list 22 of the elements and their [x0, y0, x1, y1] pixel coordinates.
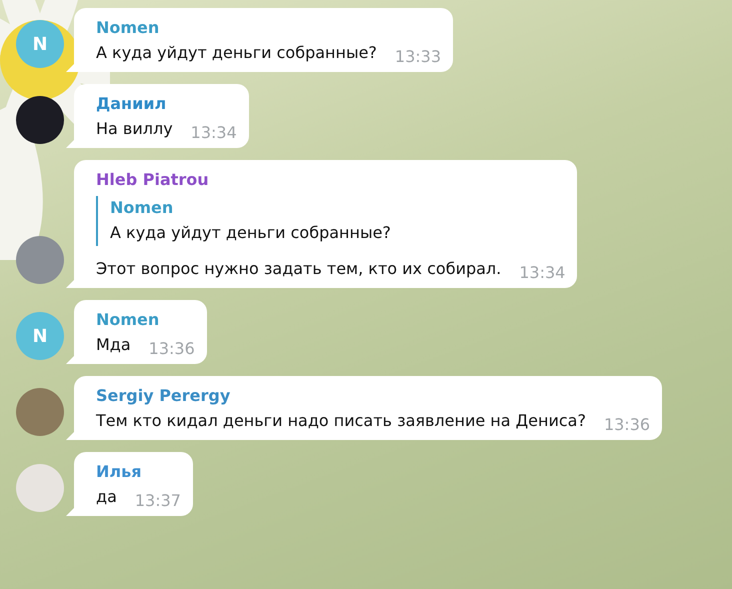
message-time: 13:34	[519, 262, 566, 284]
message-time: 13:34	[190, 122, 237, 144]
reply-text: А куда уйдут деньги собранные?	[110, 222, 392, 244]
message-text: Мда	[96, 334, 131, 356]
message-time: 13:36	[604, 414, 650, 436]
sender-name[interactable]: Sergiy Perergy	[96, 386, 230, 405]
message-time: 13:36	[148, 338, 195, 360]
reply-quote[interactable]: Nomen А куда уйдут деньги собранные?	[96, 196, 566, 246]
message-text: На виллу	[96, 118, 173, 140]
sender-name[interactable]: Nomen	[96, 310, 160, 329]
message-time: 13:37	[134, 490, 181, 512]
avatar[interactable]: N	[16, 312, 64, 360]
message-text: А куда уйдут деньги собранные?	[96, 42, 377, 64]
message-time: 13:33	[394, 46, 442, 68]
sender-name[interactable]: Даниил	[96, 94, 166, 113]
message-text: да	[96, 486, 117, 508]
sender-name[interactable]: Nomen	[96, 18, 160, 37]
sender-name[interactable]: Hleb Piatrou	[96, 170, 209, 189]
message-text: Тем кто кидал деньги надо писать заявление на Дениса?	[96, 410, 586, 432]
reply-author: Nomen	[110, 197, 174, 219]
sender-name[interactable]: Илья	[96, 462, 142, 481]
message-text: Этот вопрос нужно задать тем, кто их собирал.	[96, 258, 502, 280]
